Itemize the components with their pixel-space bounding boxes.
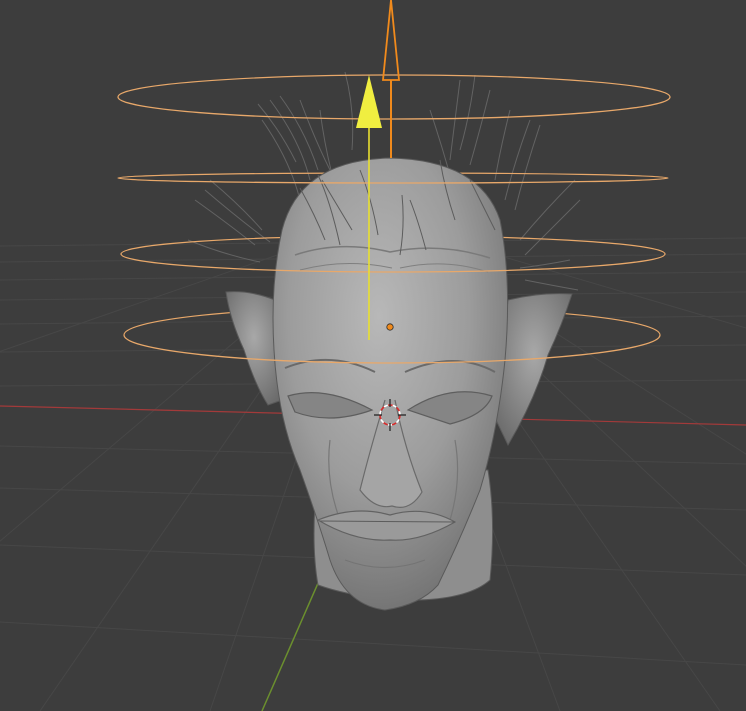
viewport-canvas[interactable] [0, 0, 746, 711]
sculpted-head[interactable] [225, 157, 573, 611]
3d-viewport[interactable] [0, 0, 746, 711]
object-origin-dot [386, 323, 394, 331]
force-field-arrow[interactable] [382, 0, 400, 158]
